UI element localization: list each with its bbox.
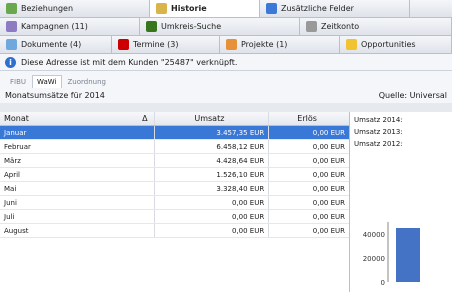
column-header-umsatz[interactable]: Umsatz <box>155 112 270 125</box>
tab-label: Opportunities <box>361 40 416 49</box>
cell-umsatz: 4.428,64 EUR <box>155 154 270 167</box>
tab-calendar[interactable]: Termine (3) <box>112 36 220 53</box>
cell-umsatz: 0,00 EUR <box>155 224 270 237</box>
cell-umsatz: 0,00 EUR <box>155 196 270 209</box>
tab-row-1: Beziehungen Historie Zusätzliche Felder <box>0 0 452 18</box>
tab-label: Termine (3) <box>133 40 179 49</box>
section-header: Monatsumsätze für 2014 Quelle: Universal <box>0 88 452 103</box>
tab-campaign[interactable]: Kampagnen (11) <box>0 18 140 35</box>
cell-month: Mai <box>0 182 155 195</box>
tab-label: Zeitkonto <box>321 22 360 31</box>
summary-line: Umsatz 2012: <box>354 140 403 148</box>
tab-people[interactable]: Beziehungen <box>0 0 150 17</box>
cell-erloes: 0,00 EUR <box>312 198 345 207</box>
table-header: Monat Δ Umsatz Erlös <box>0 112 349 126</box>
y-tick-label: 0 <box>381 279 385 287</box>
cell-erloes: 0,00 EUR <box>312 170 345 179</box>
tab-label: Dokumente (4) <box>21 40 82 49</box>
tab-label: Beziehungen <box>21 4 74 13</box>
cell-month: März <box>0 154 155 167</box>
cell-erloes: 0,00 EUR <box>312 212 345 221</box>
info-icon: i <box>5 56 16 68</box>
folder-icon <box>226 39 237 50</box>
cell-month: April <box>0 168 155 181</box>
cell-umsatz: 3.328,40 EUR <box>155 182 270 195</box>
table-row[interactable]: März 4.428,64 EUR 0,00 EUR <box>0 154 349 168</box>
tab-row-2: Kampagnen (11) Umkreis-Suche Zeitkonto <box>0 18 452 36</box>
cell-erloes: 0,00 EUR <box>312 226 345 235</box>
cell-umsatz: 3.457,35 EUR <box>155 126 270 139</box>
subtab-fibu[interactable]: FIBU <box>6 76 30 88</box>
tab-document[interactable]: Dokumente (4) <box>0 36 112 53</box>
heart-icon <box>346 39 357 50</box>
cell-umsatz: 1.526,10 EUR <box>155 168 270 181</box>
cell-erloes: 0,00 EUR <box>312 142 345 151</box>
pencil-icon <box>266 3 277 14</box>
clock-icon <box>306 21 317 32</box>
tab-clock[interactable]: Zeitkonto <box>300 18 452 35</box>
tab-label: Umkreis-Suche <box>161 22 222 31</box>
y-tick-label: 40000 <box>363 231 385 239</box>
column-header-month[interactable]: Monat Δ <box>0 112 155 125</box>
tab-label: Kampagnen (11) <box>21 22 88 31</box>
summary-line: Umsatz 2014: <box>354 116 403 124</box>
cell-umsatz: 0,00 EUR <box>155 210 270 223</box>
cell-month: Juni <box>0 196 155 209</box>
cell-erloes: 0,00 EUR <box>312 156 345 165</box>
tab-label: Zusätzliche Felder <box>281 4 354 13</box>
revenue-table: Monat Δ Umsatz Erlös Januar 3.457,35 EUR 0… <box>0 112 350 292</box>
table-row[interactable]: Mai 3.328,40 EUR 0,00 EUR <box>0 182 349 196</box>
info-text: Diese Adresse ist mit dem Kunden "25487"… <box>21 57 238 67</box>
cell-month: August <box>0 224 155 237</box>
cell-month: Februar <box>0 140 155 153</box>
tab-heart[interactable]: Opportunities <box>340 36 452 53</box>
table-row[interactable]: April 1.526,10 EUR 0,00 EUR <box>0 168 349 182</box>
cell-erloes: 0,00 EUR <box>312 184 345 193</box>
table-row[interactable]: Februar 6.458,12 EUR 0,00 EUR <box>0 140 349 154</box>
content-area: Monat Δ Umsatz Erlös Januar 3.457,35 EUR 0… <box>0 112 452 292</box>
column-header-erloes[interactable]: Erlös <box>269 112 349 125</box>
revenue-chart: 40000 20000 0 <box>363 222 420 287</box>
table-row[interactable]: Juni 0,00 EUR 0,00 EUR <box>0 196 349 210</box>
info-bar: i Diese Adresse ist mit dem Kunden "2548… <box>0 54 452 71</box>
tab-label: Historie <box>171 4 207 13</box>
tab-label: Projekte (1) <box>241 40 288 49</box>
campaign-icon <box>6 21 17 32</box>
section-title: Monatsumsätze für 2014 <box>5 91 105 100</box>
table-row[interactable]: Januar 3.457,35 EUR 0,00 EUR <box>0 126 349 140</box>
tab-pencil[interactable]: Zusätzliche Felder <box>260 0 410 17</box>
tab-history[interactable]: Historie <box>150 0 260 17</box>
subtab-wawi[interactable]: WaWi <box>32 75 62 88</box>
cell-month: Juli <box>0 210 155 223</box>
history-icon <box>156 3 167 14</box>
cell-erloes: 0,00 EUR <box>312 128 345 137</box>
cell-umsatz: 6.458,12 EUR <box>155 140 270 153</box>
document-icon <box>6 39 17 50</box>
subtab-bar: FIBU WaWi Zuordnung <box>0 71 452 88</box>
table-row[interactable]: August 0,00 EUR 0,00 EUR <box>0 224 349 238</box>
y-tick-label: 20000 <box>363 255 385 263</box>
people-icon <box>6 3 17 14</box>
cell-month: Januar <box>0 126 155 139</box>
chart-bar <box>396 228 420 282</box>
sort-icon: Δ <box>142 114 148 123</box>
calendar-icon <box>118 39 129 50</box>
table-row[interactable]: Juli 0,00 EUR 0,00 EUR <box>0 210 349 224</box>
tab-row-3: Dokumente (4) Termine (3) Projekte (1) Oppo… <box>0 36 452 54</box>
subtab-zuordnung[interactable]: Zuordnung <box>64 76 110 88</box>
tab-radar[interactable]: Umkreis-Suche <box>140 18 300 35</box>
source-label: Quelle: Universal <box>378 91 447 100</box>
tab-folder[interactable]: Projekte (1) <box>220 36 340 53</box>
radar-icon <box>146 21 157 32</box>
summary-line: Umsatz 2013: <box>354 128 403 136</box>
summary-panel: Umsatz 2014: Umsatz 2013: Umsatz 2012: 400… <box>350 112 452 292</box>
